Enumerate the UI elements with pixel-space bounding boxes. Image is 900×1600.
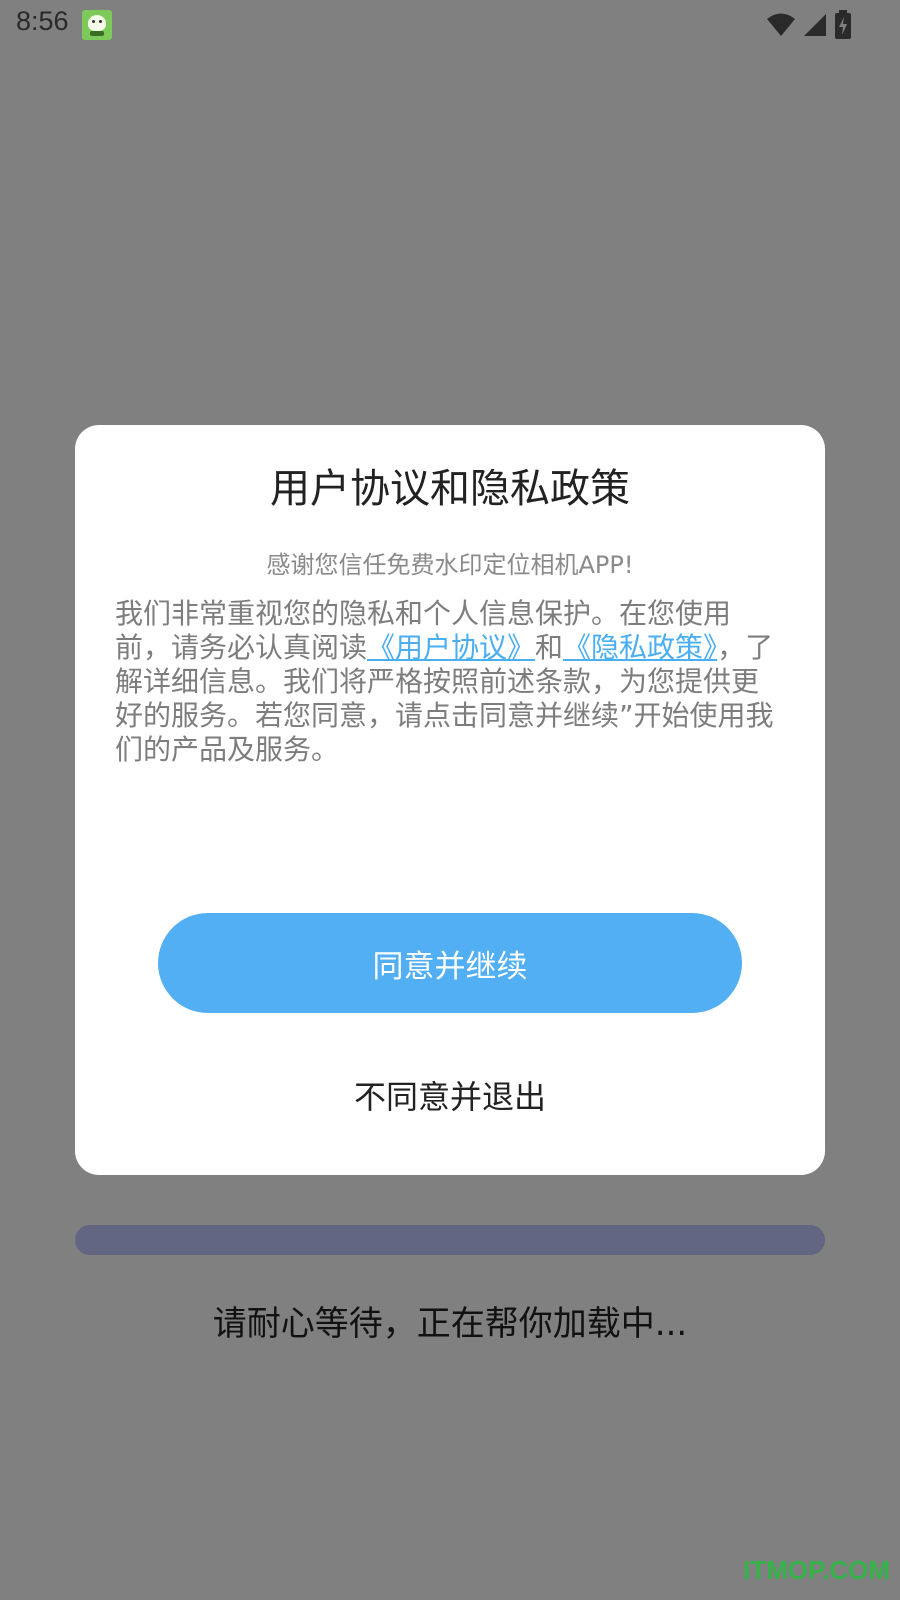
wifi-icon [767, 13, 795, 36]
disagree-and-exit-button[interactable]: 不同意并退出 [75, 1065, 825, 1125]
status-bar: 8:56 [0, 0, 900, 50]
user-agreement-link[interactable]: 《用户协议》 [367, 631, 535, 664]
loading-progress-bar [75, 1225, 825, 1255]
privacy-agreement-dialog: 用户协议和隐私政策 感谢您信任免费水印定位相机APP! 我们非常重视您的隐私和个… [75, 425, 825, 1175]
status-icons [766, 10, 852, 40]
dialog-body-text: 我们非常重视您的隐私和个人信息保护。在您使用前，请务必认真阅读《用户协议》和《隐… [115, 597, 785, 767]
dialog-title: 用户协议和隐私政策 [270, 466, 630, 512]
loading-message: 请耐心等待，正在帮你加载中... [212, 1304, 688, 1344]
loading-progress-fill [75, 1225, 825, 1255]
battery-charging-icon [835, 10, 851, 39]
body-text-conjunction: 和 [535, 631, 564, 664]
status-time: 8:56 [16, 6, 69, 36]
agree-and-continue-button[interactable]: 同意并继续 [158, 913, 742, 1013]
privacy-policy-link[interactable]: 《隐私政策》 [563, 631, 717, 664]
cellular-signal-icon [804, 14, 826, 36]
site-watermark: ITMOP.COM [743, 1555, 890, 1585]
dialog-subtitle: 感谢您信任免费水印定位相机APP! [266, 551, 634, 579]
app-notification-icon [82, 10, 112, 40]
